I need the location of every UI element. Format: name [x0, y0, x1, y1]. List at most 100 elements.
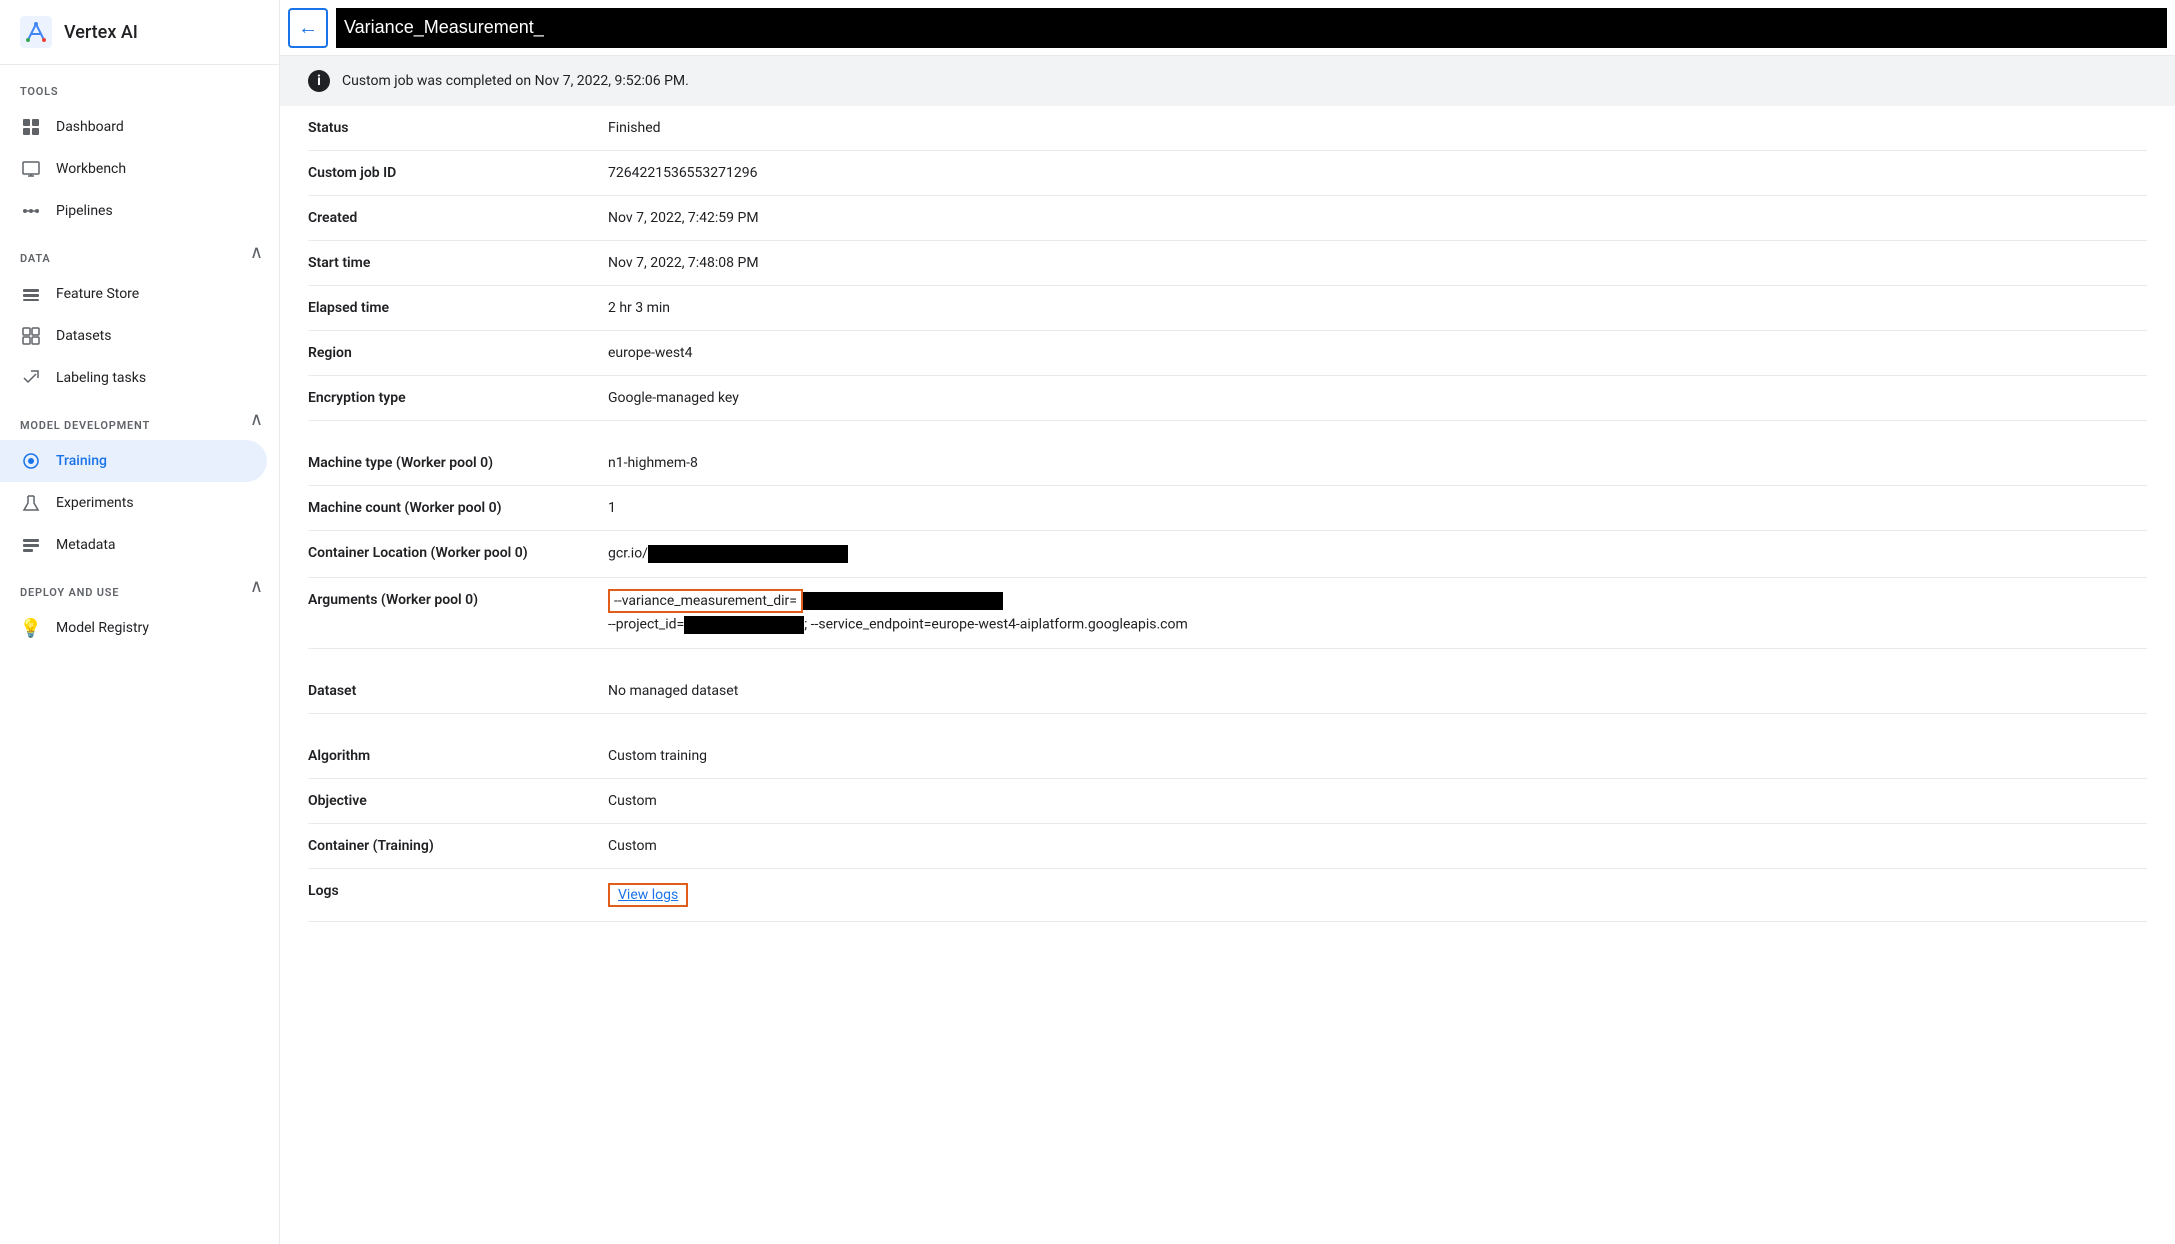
metadata-icon: [20, 534, 42, 556]
feature-store-icon: [20, 283, 42, 305]
start-time-label: Start time: [308, 255, 608, 271]
details-section-1: Status Finished Custom job ID 7264221536…: [280, 106, 2175, 421]
machine-count-label: Machine count (Worker pool 0): [308, 500, 608, 516]
detail-row-machine-type: Machine type (Worker pool 0) n1-highmem-…: [308, 441, 2147, 486]
container-training-value: Custom: [608, 838, 2147, 854]
dataset-value: No managed dataset: [608, 683, 2147, 699]
detail-row-start-time: Start time Nov 7, 2022, 7:48:08 PM: [308, 241, 2147, 286]
experiments-label: Experiments: [56, 495, 134, 511]
section-deploy-header: DEPLOY AND USE ∧: [0, 566, 279, 607]
arguments-value: --variance_measurement_dir= --project_id…: [608, 592, 2147, 634]
sidebar-item-datasets[interactable]: Datasets: [0, 315, 267, 357]
job-id-label: Custom job ID: [308, 165, 608, 181]
workbench-icon: [20, 158, 42, 180]
view-logs-link[interactable]: View logs: [608, 883, 688, 907]
sidebar-item-feature-store[interactable]: Feature Store: [0, 273, 267, 315]
algorithm-label: Algorithm: [308, 748, 608, 764]
deploy-section-chevron[interactable]: ∧: [250, 576, 263, 597]
sidebar-item-model-registry[interactable]: 💡 Model Registry: [0, 607, 267, 649]
model-registry-icon: 💡: [20, 617, 42, 639]
region-label: Region: [308, 345, 608, 361]
pipelines-label: Pipelines: [56, 203, 113, 219]
machine-count-value: 1: [608, 500, 2147, 516]
detail-row-created: Created Nov 7, 2022, 7:42:59 PM: [308, 196, 2147, 241]
back-arrow-icon: ←: [298, 15, 318, 40]
machine-type-label: Machine type (Worker pool 0): [308, 455, 608, 471]
details-section-3: Dataset No managed dataset: [280, 669, 2175, 714]
details-section-4: Algorithm Custom training Objective Cust…: [280, 734, 2175, 922]
logs-label: Logs: [308, 883, 608, 899]
argument-service-endpoint: ; --service_endpoint=europe-west4-aiplat…: [804, 617, 1188, 633]
experiments-icon: [20, 492, 42, 514]
model-registry-label: Model Registry: [56, 620, 149, 636]
start-time-value: Nov 7, 2022, 7:48:08 PM: [608, 255, 2147, 271]
algorithm-value: Custom training: [608, 748, 2147, 764]
pipelines-icon: [20, 200, 42, 222]
detail-row-container-location: Container Location (Worker pool 0) gcr.i…: [308, 531, 2147, 578]
model-dev-section-chevron[interactable]: ∧: [250, 409, 263, 430]
sidebar-header: Vertex AI: [0, 0, 279, 65]
detail-row-algorithm: Algorithm Custom training: [308, 734, 2147, 779]
arguments-label: Arguments (Worker pool 0): [308, 592, 608, 608]
detail-row-elapsed-time: Elapsed time 2 hr 3 min: [308, 286, 2147, 331]
detail-row-dataset: Dataset No managed dataset: [308, 669, 2147, 714]
objective-label: Objective: [308, 793, 608, 809]
section-deploy-label: DEPLOY AND USE: [0, 566, 139, 607]
info-message: Custom job was completed on Nov 7, 2022,…: [342, 73, 689, 89]
topbar: ←: [280, 0, 2175, 56]
detail-row-objective: Objective Custom: [308, 779, 2147, 824]
sidebar-item-metadata[interactable]: Metadata: [0, 524, 267, 566]
sidebar-item-labeling-tasks[interactable]: Labeling tasks: [0, 357, 267, 399]
training-icon: [20, 450, 42, 472]
content-area: i Custom job was completed on Nov 7, 202…: [280, 56, 2175, 1244]
encryption-value: Google-managed key: [608, 390, 2147, 406]
detail-row-arguments: Arguments (Worker pool 0) --variance_mea…: [308, 578, 2147, 649]
app-title: Vertex AI: [64, 22, 138, 43]
container-location-value: gcr.io/: [608, 545, 2147, 563]
created-value: Nov 7, 2022, 7:42:59 PM: [608, 210, 2147, 226]
sidebar-item-experiments[interactable]: Experiments: [0, 482, 267, 524]
sidebar-item-dashboard[interactable]: Dashboard: [0, 106, 267, 148]
logs-value: View logs: [608, 883, 2147, 907]
feature-store-label: Feature Store: [56, 286, 139, 302]
detail-row-container-training: Container (Training) Custom: [308, 824, 2147, 869]
section-divider-1: [280, 421, 2175, 441]
region-value: europe-west4: [608, 345, 2147, 361]
training-label: Training: [56, 453, 107, 469]
back-button[interactable]: ←: [288, 8, 328, 48]
workbench-label: Workbench: [56, 161, 126, 177]
sidebar-item-pipelines[interactable]: Pipelines: [0, 190, 267, 232]
metadata-label: Metadata: [56, 537, 116, 553]
info-banner: i Custom job was completed on Nov 7, 202…: [280, 56, 2175, 106]
created-label: Created: [308, 210, 608, 226]
encryption-label: Encryption type: [308, 390, 608, 406]
sidebar-item-training[interactable]: Training: [0, 440, 267, 482]
machine-type-value: n1-highmem-8: [608, 455, 2147, 471]
detail-row-encryption: Encryption type Google-managed key: [308, 376, 2147, 421]
elapsed-time-value: 2 hr 3 min: [608, 300, 2147, 316]
detail-row-logs: Logs View logs: [308, 869, 2147, 922]
sidebar-item-workbench[interactable]: Workbench: [0, 148, 267, 190]
elapsed-time-label: Elapsed time: [308, 300, 608, 316]
section-divider-2: [280, 649, 2175, 669]
container-location-label: Container Location (Worker pool 0): [308, 545, 608, 561]
detail-row-job-id: Custom job ID 7264221536553271296: [308, 151, 2147, 196]
detail-row-machine-count: Machine count (Worker pool 0) 1: [308, 486, 2147, 531]
datasets-icon: [20, 325, 42, 347]
data-section-chevron[interactable]: ∧: [250, 242, 263, 263]
container-location-redacted: [648, 545, 848, 563]
section-divider-3: [280, 714, 2175, 734]
status-value: Finished: [608, 120, 2147, 136]
section-model-dev-label: MODEL DEVELOPMENT: [0, 399, 170, 440]
section-tools-label: TOOLS: [0, 65, 279, 106]
info-icon: i: [308, 70, 330, 92]
container-training-label: Container (Training): [308, 838, 608, 854]
section-model-dev-header: MODEL DEVELOPMENT ∧: [0, 399, 279, 440]
job-id-value: 7264221536553271296: [608, 165, 2147, 181]
argument-variance-highlight: --variance_measurement_dir=: [608, 589, 803, 613]
objective-value: Custom: [608, 793, 2147, 809]
labeling-tasks-icon: [20, 367, 42, 389]
dashboard-icon: [20, 116, 42, 138]
page-title-input[interactable]: [336, 8, 2167, 48]
labeling-tasks-label: Labeling tasks: [56, 370, 146, 386]
